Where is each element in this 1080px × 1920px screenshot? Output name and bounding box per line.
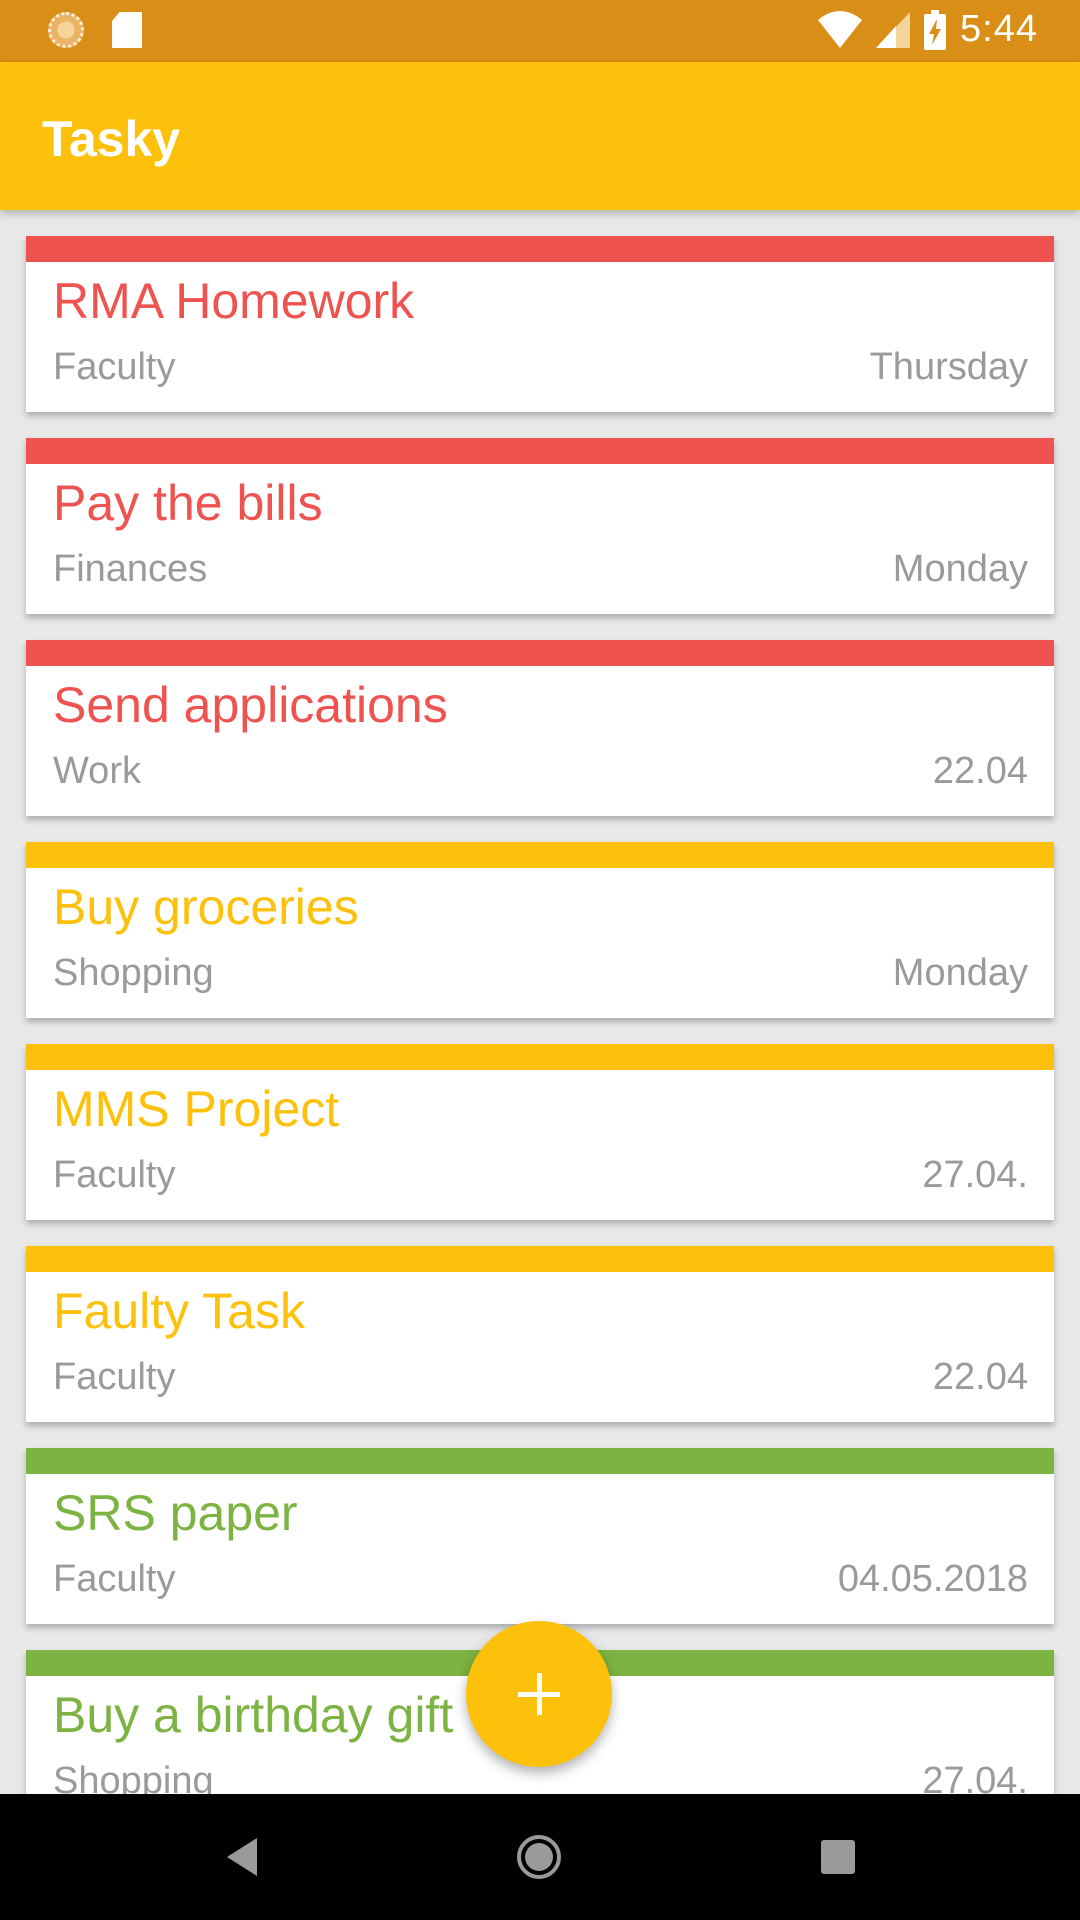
priority-stripe: [26, 1044, 1054, 1070]
task-date: 22.04: [932, 750, 1028, 792]
home-button[interactable]: [479, 1794, 599, 1920]
task-card[interactable]: Send applications Work 22.04: [26, 640, 1054, 816]
add-task-button[interactable]: [466, 1621, 612, 1767]
task-date: 22.04: [932, 1356, 1028, 1398]
notification-icon: [48, 12, 84, 48]
task-date: Monday: [892, 952, 1028, 994]
task-date: 04.05.2018: [837, 1558, 1028, 1600]
task-card[interactable]: MMS Project Faculty 27.04.: [26, 1044, 1054, 1220]
task-title: Faulty Task: [53, 1283, 305, 1339]
status-left-icons: [48, 12, 142, 48]
priority-stripe: [26, 438, 1054, 464]
recents-button[interactable]: [778, 1794, 898, 1920]
priority-stripe: [26, 1246, 1054, 1272]
task-title: SRS paper: [53, 1485, 298, 1541]
task-category: Shopping: [53, 952, 214, 994]
priority-stripe: [26, 1448, 1054, 1474]
status-time: 5:44: [960, 8, 1038, 50]
task-category: Faculty: [53, 1558, 176, 1600]
task-date: 27.04.: [922, 1760, 1028, 1794]
task-title: Buy a birthday gift: [53, 1687, 454, 1743]
task-title: MMS Project: [53, 1081, 340, 1137]
home-icon: [517, 1835, 561, 1879]
task-card[interactable]: RMA Homework Faculty Thursday: [26, 236, 1054, 412]
task-title: RMA Homework: [53, 273, 415, 329]
app-bar: Tasky: [0, 62, 1080, 210]
task-category: Faculty: [53, 346, 176, 388]
battery-charging-icon: [924, 9, 947, 50]
task-category: Faculty: [53, 1356, 176, 1398]
navigation-bar: [0, 1794, 1080, 1920]
task-card[interactable]: Buy groceries Shopping Monday: [26, 842, 1054, 1018]
task-list[interactable]: RMA Homework Faculty Thursday Pay the bi…: [0, 210, 1080, 1794]
task-title: Pay the bills: [53, 475, 323, 531]
task-date: Thursday: [869, 346, 1028, 388]
signal-icon: [876, 11, 911, 48]
wifi-icon: [818, 10, 863, 48]
task-date: 27.04.: [922, 1154, 1028, 1196]
task-category: Work: [53, 750, 141, 792]
task-card[interactable]: Pay the bills Finances Monday: [26, 438, 1054, 614]
task-category: Finances: [53, 548, 208, 590]
task-title: Buy groceries: [53, 879, 359, 935]
task-category: Faculty: [53, 1154, 176, 1196]
task-card[interactable]: Faulty Task Faculty 22.04: [26, 1246, 1054, 1422]
sd-card-icon: [112, 12, 142, 48]
priority-stripe: [26, 236, 1054, 262]
recents-icon: [821, 1840, 855, 1874]
task-title: Send applications: [53, 677, 448, 733]
status-right-icons: 5:44: [818, 8, 1038, 51]
task-category: Shopping: [53, 1760, 214, 1794]
task-card[interactable]: SRS paper Faculty 04.05.2018: [26, 1448, 1054, 1624]
status-bar: 5:44: [0, 0, 1080, 62]
task-date: Monday: [892, 548, 1028, 590]
plus-icon: [518, 1673, 560, 1715]
back-icon: [227, 1838, 257, 1876]
app-title: Tasky: [42, 111, 181, 167]
priority-stripe: [26, 640, 1054, 666]
back-button[interactable]: [182, 1794, 302, 1920]
priority-stripe: [26, 842, 1054, 868]
